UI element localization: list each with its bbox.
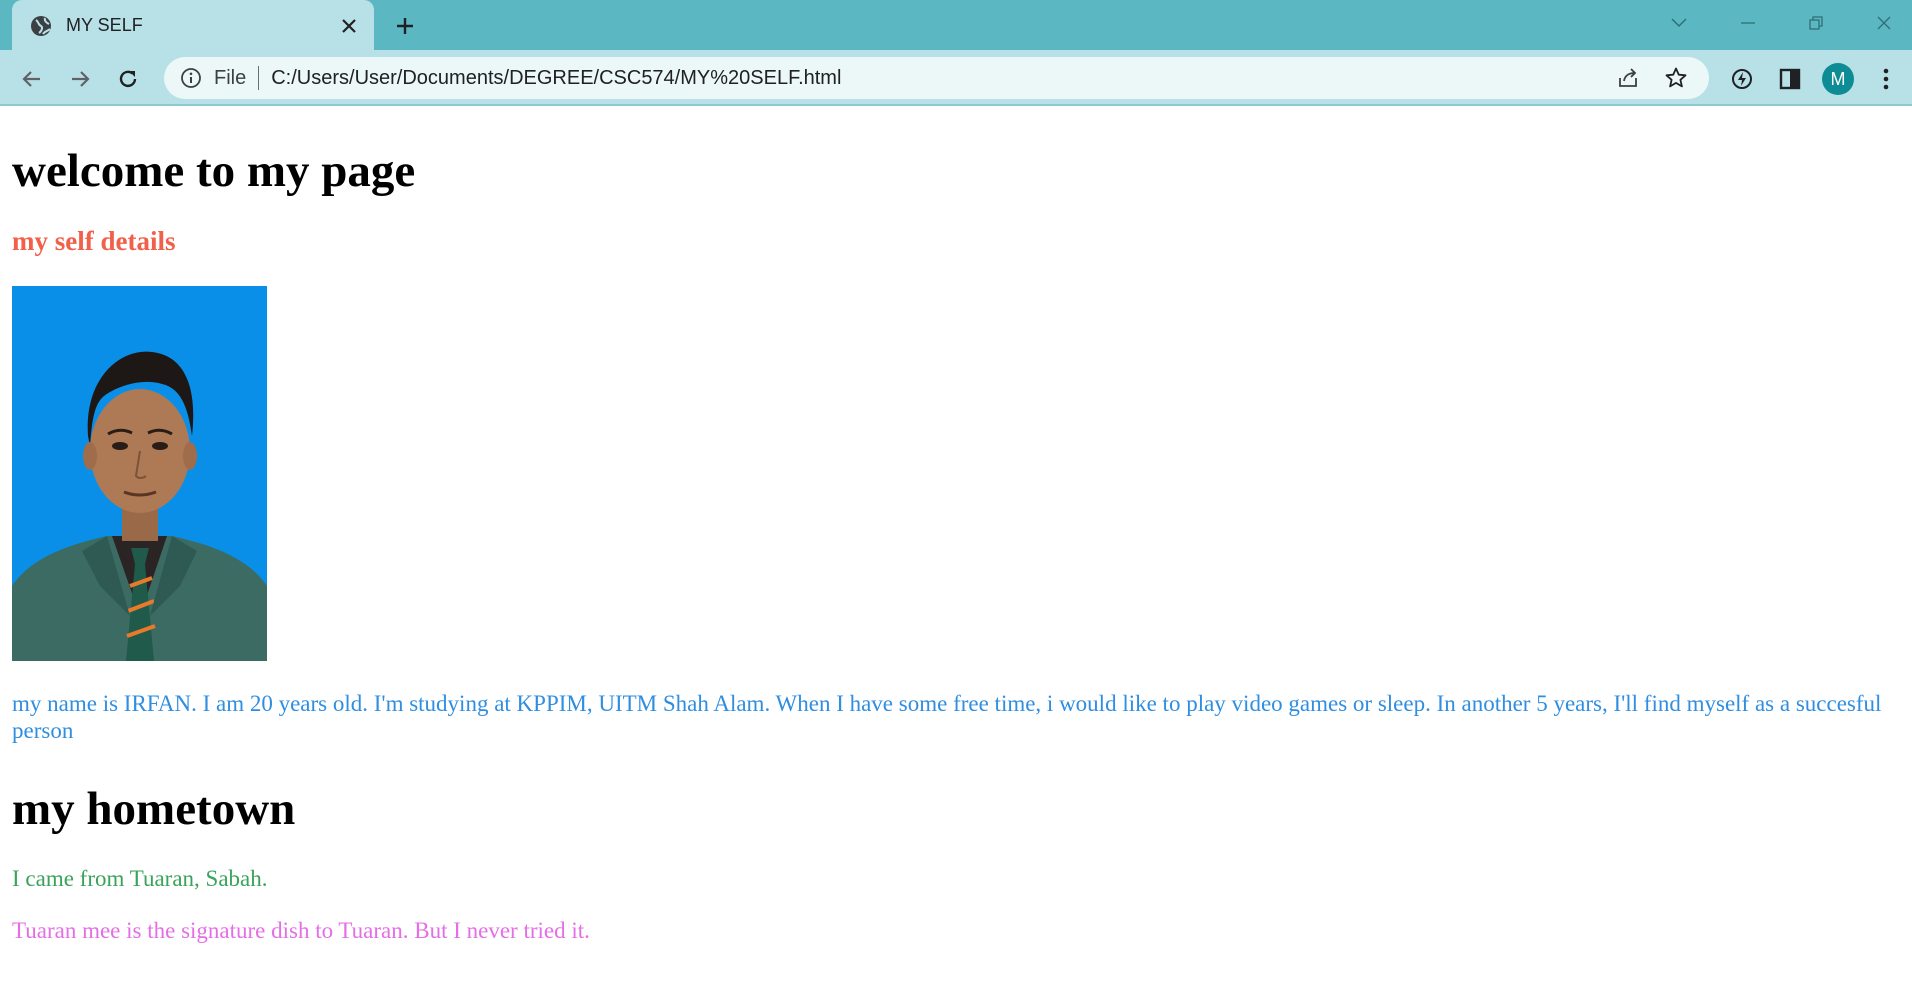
hometown-dish-text: Tuaran mee is the signature dish to Tuar… [12, 918, 590, 943]
address-bar[interactable]: File C:/Users/User/Documents/DEGREE/CSC5… [164, 57, 1709, 99]
arrow-left-icon[interactable] [17, 64, 47, 94]
chevron-down-icon[interactable] [1665, 10, 1693, 36]
browser-tab[interactable]: MY SELF [12, 0, 374, 51]
arrow-right-icon[interactable] [65, 64, 95, 94]
page-subtitle: my self details [12, 226, 176, 256]
tab-title: MY SELF [66, 15, 143, 35]
side-panel-icon[interactable] [1774, 63, 1806, 95]
extension-icon[interactable] [1726, 63, 1758, 95]
plus-icon[interactable] [392, 13, 418, 39]
page-title: welcome to my page [12, 145, 416, 197]
reload-icon[interactable] [113, 64, 143, 94]
address-scheme: File [214, 66, 247, 89]
kebab-menu-icon[interactable] [1870, 63, 1902, 95]
star-icon[interactable] [1661, 63, 1691, 93]
browser-chrome: MY SELF File C:/Users/User/Documents/DEG… [0, 0, 1912, 106]
profile-avatar[interactable]: M [1822, 63, 1854, 95]
hometown-heading: my hometown [12, 783, 296, 835]
avatar: M [1822, 63, 1854, 95]
close-icon[interactable] [338, 15, 360, 37]
close-window-icon[interactable] [1870, 10, 1898, 36]
tab-strip: MY SELF [0, 0, 1912, 51]
bio-paragraph: my name is IRFAN. I am 20 years old. I'm… [12, 691, 1882, 743]
address-divider [258, 66, 260, 90]
hometown-origin-text: I came from Tuaran, Sabah. [12, 866, 268, 891]
share-icon[interactable] [1613, 63, 1643, 93]
address-url[interactable]: C:/Users/User/Documents/DEGREE/CSC574/MY… [271, 67, 1613, 90]
chrome-divider [0, 104, 1912, 106]
profile-photo [12, 286, 267, 661]
globe-icon [30, 15, 52, 37]
minimize-icon[interactable] [1734, 10, 1762, 36]
toolbar: File C:/Users/User/Documents/DEGREE/CSC5… [0, 50, 1912, 106]
restore-icon[interactable] [1802, 10, 1830, 36]
info-icon[interactable] [180, 67, 202, 89]
